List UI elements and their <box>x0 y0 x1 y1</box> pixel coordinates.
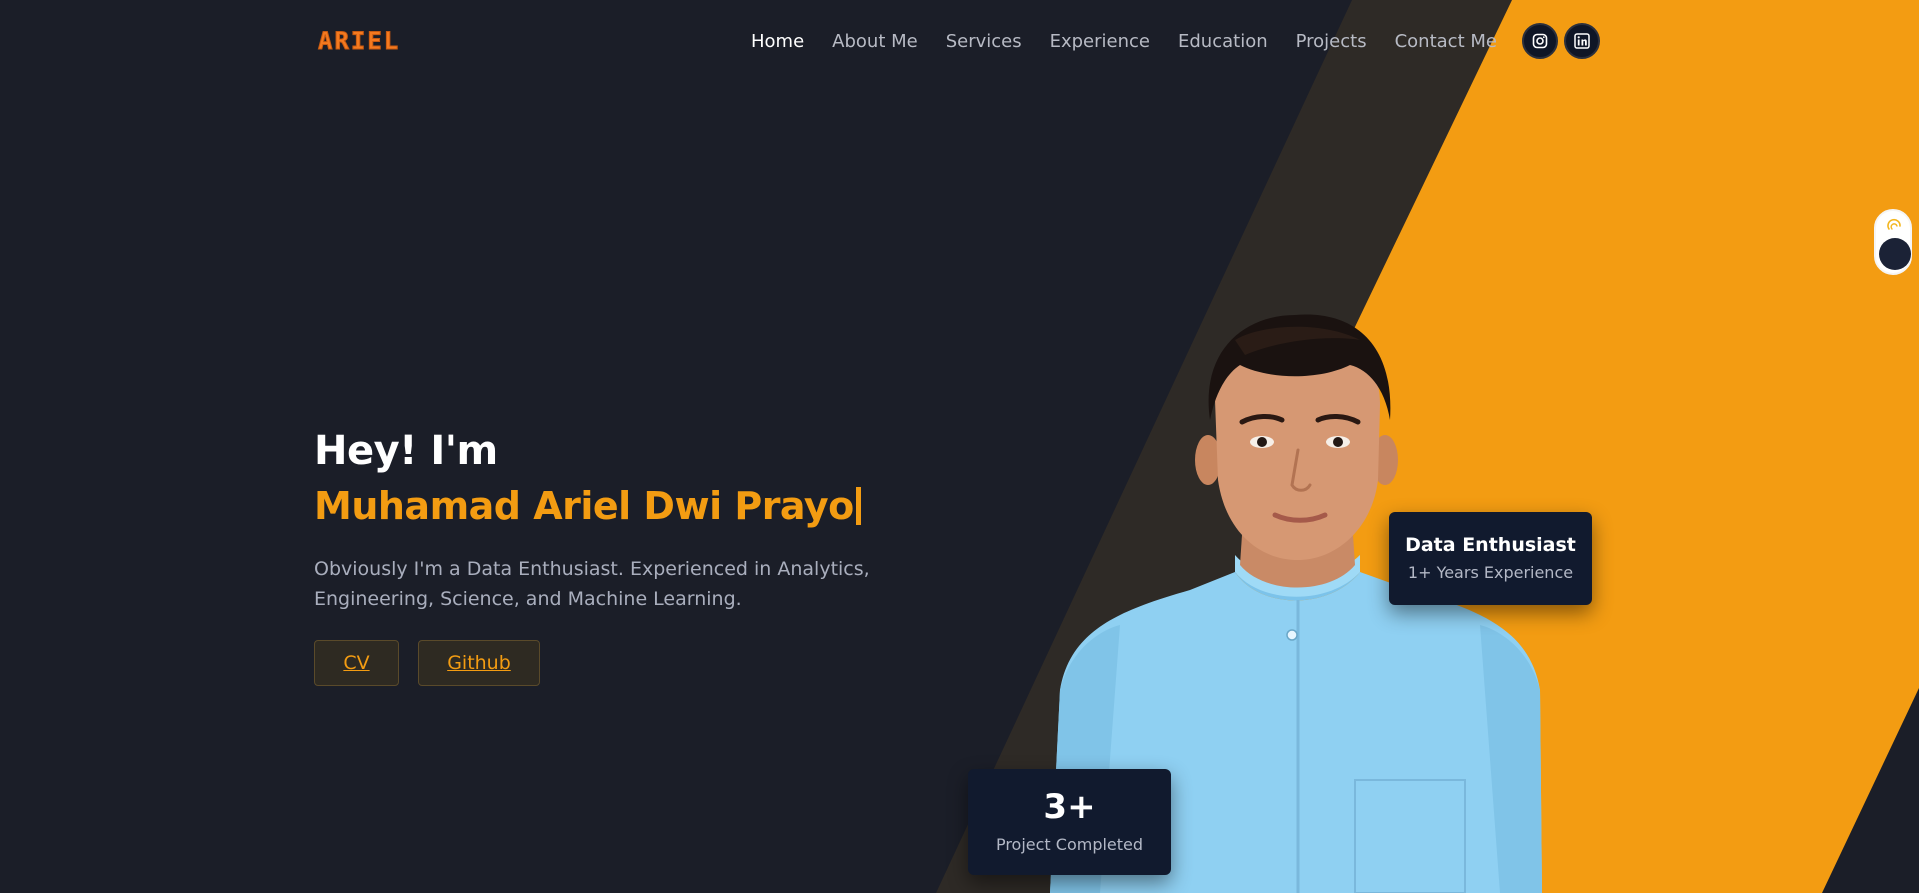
instagram-icon <box>1532 33 1548 49</box>
nav-about-me[interactable]: About Me <box>832 30 918 54</box>
hero-name-text: Muhamad Ariel Dwi Prayo <box>314 484 854 528</box>
theme-toggle-knob <box>1879 238 1911 270</box>
github-button[interactable]: Github <box>418 640 540 686</box>
cv-button[interactable]: CV <box>314 640 399 686</box>
linkedin-icon <box>1574 33 1590 49</box>
nav-services[interactable]: Services <box>946 30 1022 54</box>
hero-name: Muhamad Ariel Dwi Prayo <box>314 484 861 528</box>
nav-education[interactable]: Education <box>1178 30 1268 54</box>
hero-background <box>0 0 1919 893</box>
projects-card-label: Project Completed <box>995 835 1144 854</box>
instagram-button[interactable] <box>1522 23 1558 59</box>
hero-greeting: Hey! I'm <box>314 428 498 474</box>
experience-card-title: Data Enthusiast <box>1405 534 1576 556</box>
nav-contact-me[interactable]: Contact Me <box>1395 30 1497 54</box>
experience-card-subtitle: 1+ Years Experience <box>1407 563 1574 582</box>
site-logo[interactable]: ARIEL <box>317 27 400 56</box>
nav-experience[interactable]: Experience <box>1050 30 1150 54</box>
experience-card: Data Enthusiast 1+ Years Experience <box>1389 512 1592 605</box>
sun-icon <box>1887 218 1901 230</box>
projects-card: 3+ Project Completed <box>968 769 1171 875</box>
projects-card-count: 3+ <box>1043 787 1096 827</box>
main-nav: Home About Me Services Experience Educat… <box>751 30 1497 54</box>
nav-projects[interactable]: Projects <box>1296 30 1367 54</box>
nav-home[interactable]: Home <box>751 30 804 54</box>
hero-description: Obviously I'm a Data Enthusiast. Experie… <box>314 558 870 610</box>
typing-cursor <box>855 487 861 525</box>
linkedin-button[interactable] <box>1564 23 1600 59</box>
theme-toggle[interactable] <box>1874 209 1912 275</box>
